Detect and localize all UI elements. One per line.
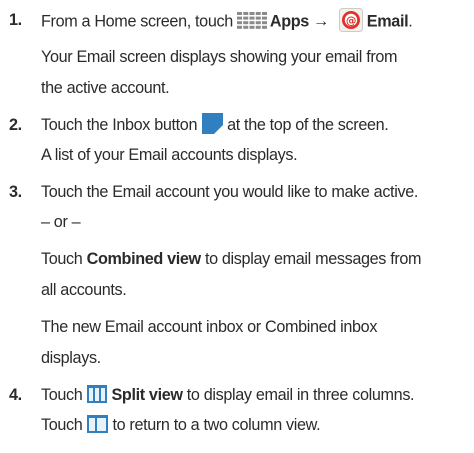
combined-suffix: to display email messages from: [204, 250, 422, 268]
step-2-number: 2.: [9, 116, 22, 134]
step-2-prefix: Touch the Inbox button: [41, 116, 198, 134]
step-4-suffix: to display email in three columns.: [186, 386, 415, 404]
step-3-para-line-2: displays.: [41, 349, 101, 367]
step-2-line-2: A list of your Email accounts displays.: [41, 146, 298, 164]
inbox-button-icon: [202, 113, 224, 135]
apps-grid-icon: [236, 11, 267, 29]
step-3-para-line-1: The new Email account inbox or Combined …: [41, 318, 378, 336]
apps-label: Apps: [269, 12, 309, 31]
step-3-number: 3.: [9, 183, 22, 201]
split-view-icon: [87, 384, 108, 403]
svg-text:@: @: [346, 15, 356, 27]
step-4-prefix: Touch: [41, 386, 83, 404]
step-4-line: Touch Split view to display email in thr…: [41, 384, 415, 405]
step-1-para-line-1: Your Email screen displays showing your …: [41, 48, 398, 66]
arrow-icon: →: [312, 12, 329, 31]
step-3-or: – or –: [41, 213, 81, 231]
step-3-combined-line-2: all accounts.: [41, 281, 127, 299]
two-column-view-icon: [87, 414, 109, 433]
split-view-label: Split view: [111, 386, 183, 404]
step-1-suffix: .: [408, 12, 413, 31]
step-4-number: 4.: [9, 386, 22, 404]
combined-view-label: Combined view: [86, 250, 202, 268]
step-4-line-2-prefix: Touch: [41, 416, 83, 434]
step-3-line: Touch the Email account you would like t…: [41, 183, 418, 201]
combined-prefix: Touch: [41, 250, 83, 268]
step-1-para-line-2: the active account.: [41, 79, 170, 97]
email-app-icon: @: [338, 8, 363, 32]
step-1-prefix: From a Home screen, touch: [41, 12, 233, 31]
email-label: Email: [366, 12, 409, 31]
step-4-line-2-suffix: to return to a two column view.: [112, 416, 321, 434]
step-2-line: Touch the Inbox button at the top of the…: [41, 113, 389, 136]
step-3-combined-line: Touch Combined view to display email mes…: [41, 249, 422, 269]
step-1-number: 1.: [9, 11, 22, 29]
step-4-line-2: Touch to return to a two column view.: [41, 414, 321, 435]
instruction-document: 1. From a Home screen, touch Apps → @ Ema…: [0, 0, 474, 453]
step-1-line: From a Home screen, touch Apps → @ Email.: [41, 8, 413, 34]
step-2-suffix: at the top of the screen.: [227, 116, 389, 134]
